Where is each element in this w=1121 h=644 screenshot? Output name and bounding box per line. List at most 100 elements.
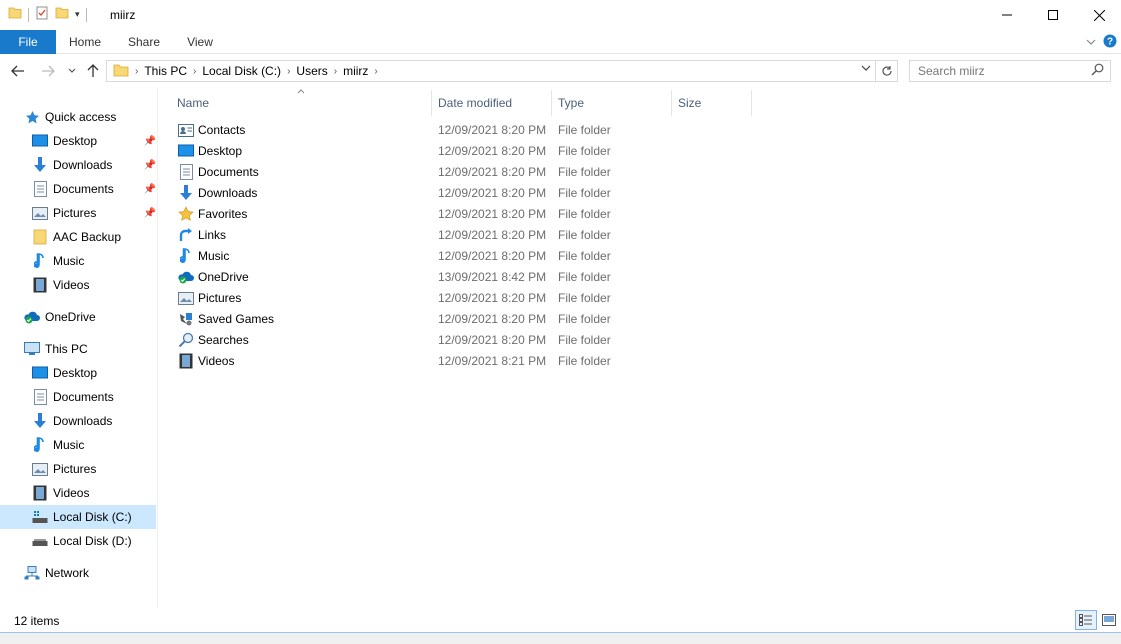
pictures-icon	[32, 205, 48, 221]
close-icon	[1093, 9, 1105, 21]
breadcrumb-miirz[interactable]: miirz	[343, 64, 368, 78]
videos-icon	[178, 353, 194, 369]
nav-onedrive[interactable]: OneDrive	[24, 306, 156, 328]
help-icon[interactable]: ?	[1103, 34, 1117, 51]
saved-games-icon	[178, 311, 194, 327]
column-header-name[interactable]: Name	[171, 90, 432, 116]
file-type: File folder	[558, 207, 611, 221]
nav-pc-documents[interactable]: Documents	[32, 386, 156, 408]
chevron-right-icon[interactable]: ›	[193, 66, 196, 77]
breadcrumb-this-pc[interactable]: This PC	[144, 64, 187, 78]
file-row[interactable]: Videos 12/09/2021 8:21 PM File folder	[175, 351, 635, 372]
nav-local-disk-d[interactable]: Local Disk (D:)	[32, 530, 156, 552]
expand-ribbon-icon[interactable]	[1085, 36, 1097, 50]
close-button[interactable]	[1076, 0, 1121, 30]
nav-quick-access[interactable]: Quick access	[24, 106, 144, 128]
nav-quick-desktop[interactable]: Desktop 📌	[32, 130, 156, 152]
pin-icon[interactable]: 📌	[144, 208, 156, 219]
nav-label: AAC Backup	[53, 230, 122, 244]
minimize-button[interactable]	[984, 0, 1030, 30]
tab-file[interactable]: File	[0, 30, 56, 54]
search-input[interactable]: Search miirz	[918, 64, 1091, 78]
folder-icon	[8, 6, 22, 23]
column-header-size[interactable]: Size	[672, 90, 752, 116]
address-bar[interactable]: › This PC › Local Disk (C:) › Users › mi…	[106, 60, 876, 82]
chevron-right-icon[interactable]: ›	[334, 66, 337, 77]
recent-locations-button[interactable]	[62, 61, 82, 81]
folder-icon	[113, 63, 129, 80]
svg-text:?: ?	[1107, 37, 1113, 48]
tab-share[interactable]: Share	[118, 30, 170, 54]
nav-pc-videos[interactable]: Videos	[32, 482, 156, 504]
refresh-icon	[881, 66, 892, 76]
customize-toolbar-icon[interactable]: ▾	[75, 9, 80, 20]
column-header-type[interactable]: Type	[552, 90, 672, 116]
file-date: 12/09/2021 8:20 PM	[438, 228, 547, 242]
nav-quick-videos[interactable]: Videos	[32, 274, 156, 296]
links-icon	[178, 227, 194, 243]
nav-pc-desktop[interactable]: Desktop	[32, 362, 156, 384]
details-view-button[interactable]	[1075, 610, 1097, 630]
nav-this-pc[interactable]: This PC	[24, 338, 156, 360]
large-icons-view-button[interactable]	[1098, 610, 1120, 630]
maximize-button[interactable]	[1030, 0, 1076, 30]
nav-local-disk-c[interactable]: Local Disk (C:)	[0, 505, 156, 529]
nav-pc-pictures[interactable]: Pictures	[32, 458, 156, 480]
pin-icon[interactable]: 📌	[144, 184, 156, 195]
pin-icon[interactable]: 📌	[144, 160, 156, 171]
arrow-right-icon	[42, 65, 55, 77]
pin-icon[interactable]: 📌	[144, 136, 156, 147]
searches-icon	[178, 332, 194, 348]
file-row[interactable]: OneDrive 13/09/2021 8:42 PM File folder	[175, 267, 635, 288]
quick-access-toolbar: ▾	[8, 6, 87, 23]
file-row[interactable]: Documents 12/09/2021 8:20 PM File folder	[175, 162, 635, 183]
chevron-right-icon[interactable]: ›	[374, 66, 377, 77]
nav-quick-documents[interactable]: Documents 📌	[32, 178, 156, 200]
nav-label: Downloads	[53, 414, 113, 428]
nav-network[interactable]: Network	[24, 562, 156, 584]
nav-quick-pictures[interactable]: Pictures 📌	[32, 202, 156, 224]
title-bar: ▾ miirz	[0, 0, 1121, 30]
file-row[interactable]: Saved Games 12/09/2021 8:20 PM File fold…	[175, 309, 635, 330]
column-header-date-modified[interactable]: Date modified	[432, 90, 552, 116]
breadcrumb-users[interactable]: Users	[296, 64, 327, 78]
file-row[interactable]: Music 12/09/2021 8:20 PM File folder	[175, 246, 635, 267]
chevron-right-icon[interactable]: ›	[135, 66, 138, 77]
file-row[interactable]: Favorites 12/09/2021 8:20 PM File folder	[175, 204, 635, 225]
minimize-icon	[1002, 14, 1012, 16]
file-row[interactable]: Pictures 12/09/2021 8:20 PM File folder	[175, 288, 635, 309]
music-icon	[178, 248, 194, 264]
forward-button[interactable]	[38, 61, 58, 81]
nav-quick-downloads[interactable]: Downloads 📌	[32, 154, 156, 176]
search-box[interactable]: Search miirz	[909, 60, 1111, 82]
tab-view[interactable]: View	[178, 30, 222, 54]
videos-icon	[32, 485, 48, 501]
back-button[interactable]	[8, 61, 28, 81]
address-history-button[interactable]	[861, 64, 871, 75]
refresh-button[interactable]	[876, 60, 898, 82]
nav-pc-downloads[interactable]: Downloads	[32, 410, 156, 432]
file-row[interactable]: Desktop 12/09/2021 8:20 PM File folder	[175, 141, 635, 162]
file-row[interactable]: Downloads 12/09/2021 8:20 PM File folder	[175, 183, 635, 204]
nav-quick-aac-backup[interactable]: AAC Backup	[32, 226, 156, 248]
breadcrumb-local-disk-c[interactable]: Local Disk (C:)	[202, 64, 281, 78]
file-row[interactable]: Links 12/09/2021 8:20 PM File folder	[175, 225, 635, 246]
computer-icon	[24, 341, 40, 357]
nav-label: Network	[45, 566, 90, 580]
toolbar-separator	[85, 7, 87, 22]
tab-home[interactable]: Home	[60, 30, 110, 54]
up-button[interactable]	[83, 61, 103, 81]
new-folder-icon[interactable]	[55, 6, 69, 23]
nav-pc-music[interactable]: Music	[32, 434, 156, 456]
file-name: Downloads	[198, 186, 258, 200]
large-icons-view-icon	[1102, 614, 1116, 626]
nav-label: Pictures	[53, 206, 97, 220]
properties-icon[interactable]	[35, 6, 49, 23]
file-type: File folder	[558, 123, 611, 137]
file-name: OneDrive	[198, 270, 249, 284]
nav-quick-music[interactable]: Music	[32, 250, 156, 272]
search-icon[interactable]	[1091, 63, 1104, 79]
file-row[interactable]: Contacts 12/09/2021 8:20 PM File folder	[175, 120, 635, 141]
chevron-right-icon[interactable]: ›	[287, 66, 290, 77]
file-row[interactable]: Searches 12/09/2021 8:20 PM File folder	[175, 330, 635, 351]
